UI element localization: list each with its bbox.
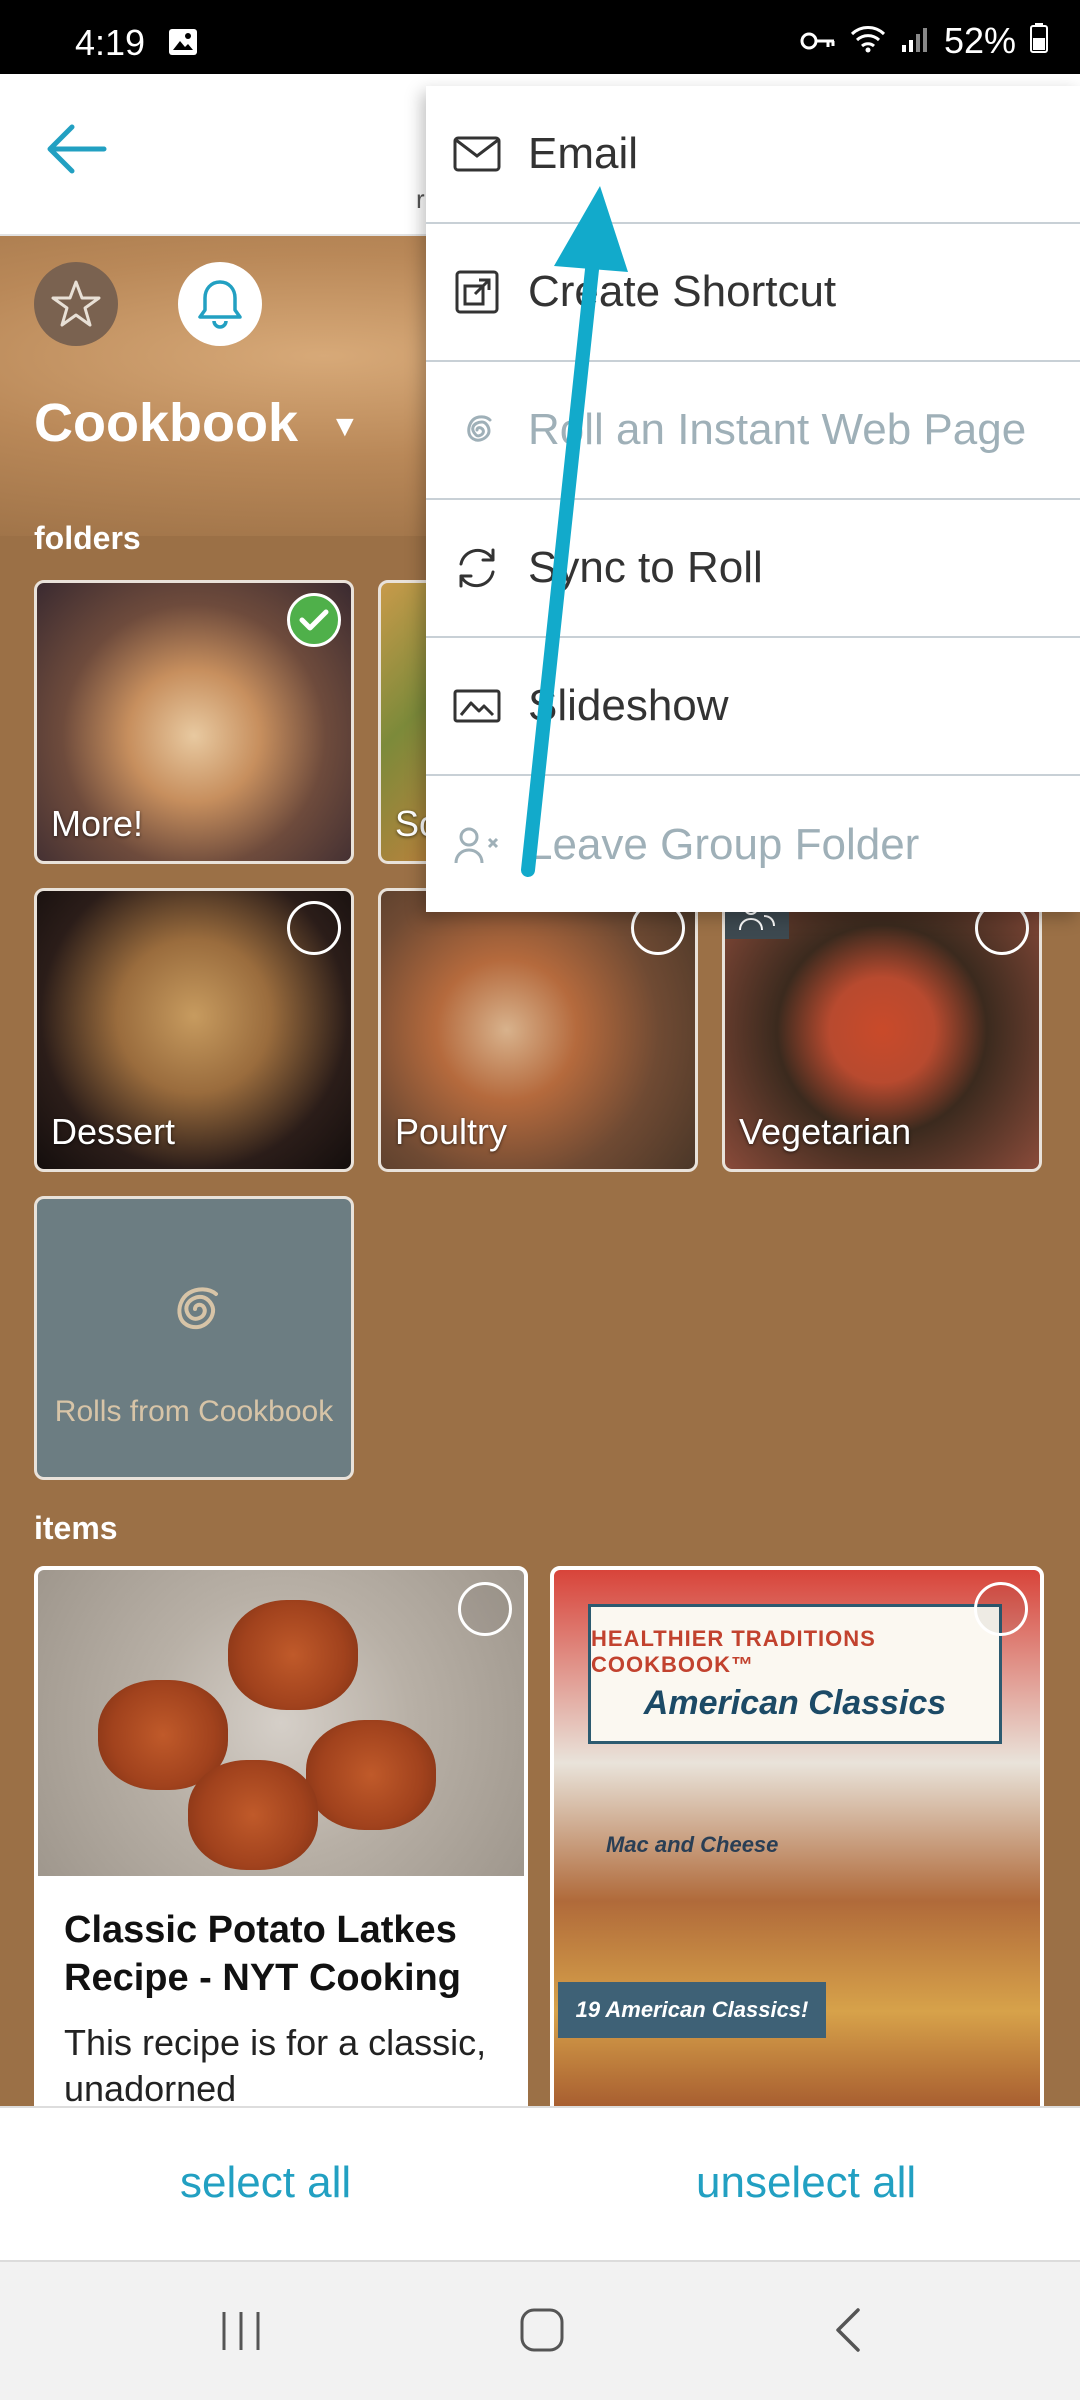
items-section-label: items [34, 1510, 118, 1546]
menu-item-label: Roll an Instant Web Page [528, 405, 1027, 454]
menu-item-label: Leave Group Folder [528, 820, 920, 869]
mail-icon [452, 129, 502, 179]
menu-item-email[interactable]: Email [426, 86, 1080, 224]
menu-item-roll-web-page: Roll an Instant Web Page [426, 362, 1080, 500]
banner-title: American Classics [643, 1683, 947, 1722]
unselect-all-button[interactable]: unselect all [696, 2158, 916, 2208]
item-photo [38, 1570, 524, 1876]
menu-item-leave-group-folder: Leave Group Folder [426, 776, 1080, 914]
bell-icon [198, 280, 242, 329]
menu-item-label: Slideshow [528, 681, 729, 730]
folder-tile-dessert[interactable]: Dessert [34, 888, 354, 1172]
spiral-icon [155, 1269, 235, 1354]
folders-section-label: folders [34, 520, 141, 556]
item-card-american-classics[interactable]: HEALTHIER TRADITIONS COOKBOOK™ American … [550, 1566, 1044, 2126]
status-time: 4:19 [75, 22, 146, 63]
folder-tile-label: Vegetarian [739, 1111, 912, 1152]
select-circle[interactable] [287, 901, 341, 955]
favorite-button[interactable] [34, 262, 118, 346]
status-bar: 4:19 52% [0, 0, 1080, 74]
menu-item-label: Email [528, 129, 639, 178]
selection-bar: select all unselect all [0, 2106, 1080, 2260]
actions-menu: Email Create Shortcut Roll an Instant We… [426, 86, 1080, 912]
star-icon [51, 280, 101, 327]
slideshow-icon [452, 681, 502, 731]
folder-tile-poultry[interactable]: Poultry [378, 888, 698, 1172]
item-title: Classic Potato Latkes Recipe - NYT Cooki… [64, 1909, 461, 1999]
banner-subtitle: HEALTHIER TRADITIONS COOKBOOK™ [591, 1625, 876, 1677]
spiral-icon [452, 405, 502, 455]
header-title-partial: r [416, 184, 425, 214]
menu-item-sync-to-roll[interactable]: Sync to Roll [426, 500, 1080, 638]
folder-tile-vegetarian[interactable]: Vegetarian [722, 888, 1042, 1172]
select-circle[interactable] [458, 1582, 512, 1636]
select-circle[interactable] [974, 1582, 1028, 1636]
arrow-left-icon [47, 124, 107, 174]
key-icon [800, 20, 836, 62]
system-nav-bar [0, 2260, 1080, 2400]
home-icon[interactable] [518, 2306, 566, 2359]
rolls-tile-label: Rolls from Cookbook [54, 1395, 334, 1428]
selected-check-icon[interactable] [287, 593, 341, 647]
shortcut-icon [452, 267, 502, 317]
back-button[interactable] [44, 122, 114, 182]
folder-tile-label: More! [51, 803, 144, 844]
folder-dropdown-icon[interactable]: ▼ [330, 410, 360, 444]
battery-icon [1030, 20, 1048, 62]
recent-apps-icon[interactable] [218, 2308, 264, 2359]
item-card-latkes[interactable]: Classic Potato Latkes Recipe - NYT Cooki… [34, 1566, 528, 2126]
cookbook-banner: HEALTHIER TRADITIONS COOKBOOK™ American … [588, 1604, 1002, 1744]
menu-item-label: Create Shortcut [528, 267, 837, 316]
item-photo: HEALTHIER TRADITIONS COOKBOOK™ American … [554, 1570, 1040, 2122]
status-icons: 52% [800, 20, 1048, 62]
notifications-button[interactable] [178, 262, 262, 346]
menu-item-create-shortcut[interactable]: Create Shortcut [426, 224, 1080, 362]
gallery-icon [168, 28, 198, 61]
folder-title[interactable]: Cookbook [34, 392, 298, 454]
folder-tile-label: Dessert [51, 1111, 176, 1152]
wifi-icon [850, 20, 886, 62]
back-nav-icon[interactable] [828, 2306, 868, 2359]
battery-level: 52% [943, 20, 1016, 61]
menu-item-slideshow[interactable]: Slideshow [426, 638, 1080, 776]
promo-tag: 19 American Classics! [558, 1982, 826, 2038]
menu-item-label: Sync to Roll [528, 543, 763, 592]
select-all-button[interactable]: select all [180, 2158, 351, 2208]
signal-icon [900, 20, 930, 62]
folder-tile-more[interactable]: More! [34, 580, 354, 864]
sync-icon [452, 543, 502, 593]
leave-group-icon [452, 820, 502, 870]
folder-tile-label: Poultry [395, 1111, 508, 1152]
rolls-from-cookbook-tile[interactable]: Rolls from Cookbook [34, 1196, 354, 1480]
item-description: This recipe is for a classic, unadorned [64, 2022, 487, 2109]
photo-caption: Mac and Cheese [606, 1832, 779, 1857]
